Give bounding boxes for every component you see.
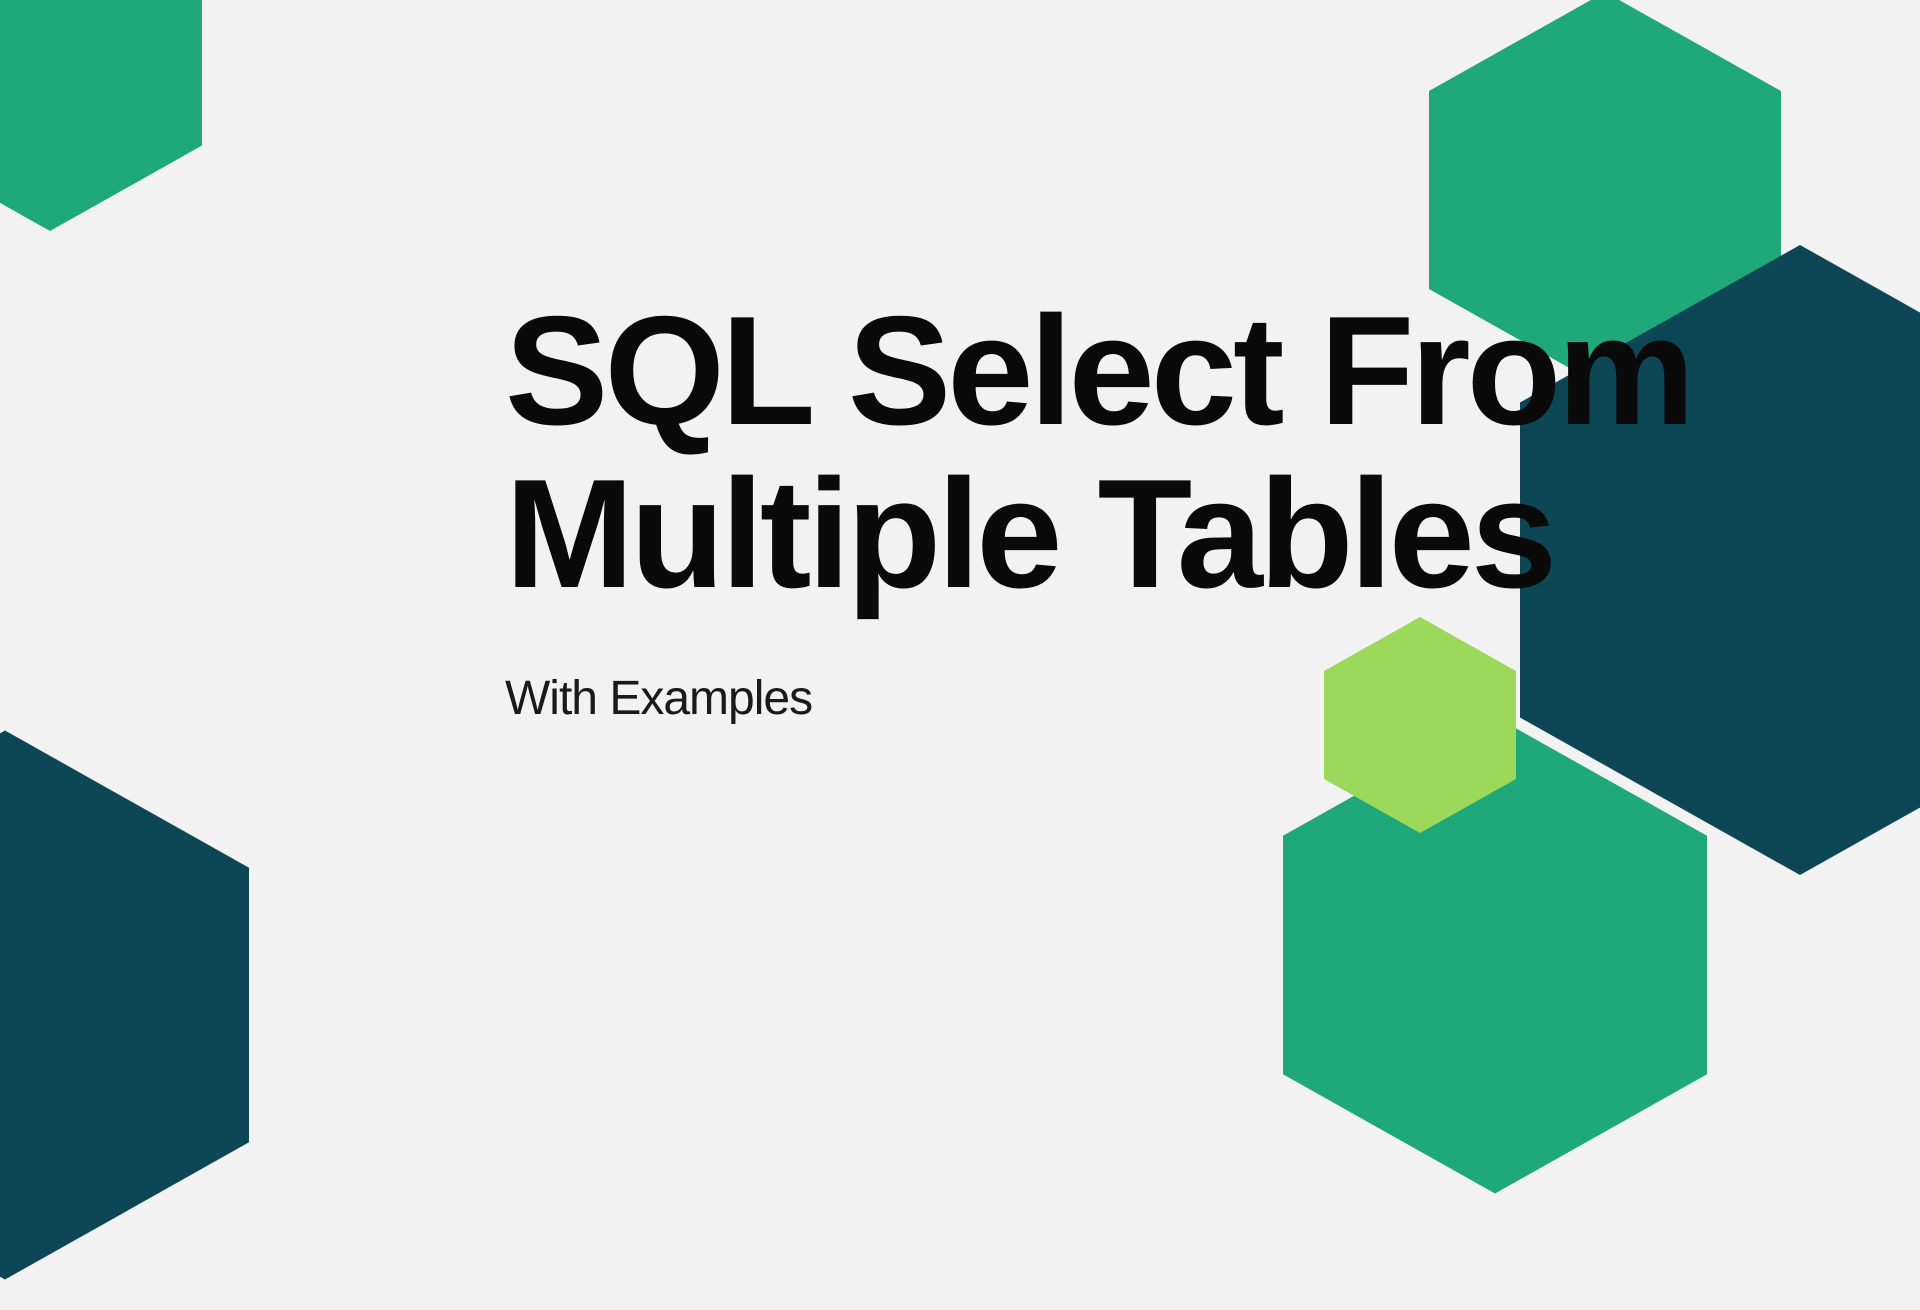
- slide-subtitle: With Examples: [505, 671, 1920, 726]
- hexagon-decoration-bottom-left: [0, 700, 310, 1310]
- hexagon-decoration-top-left: [0, 0, 240, 250]
- slide-content: SQL Select From Multiple Tables With Exa…: [505, 290, 1920, 726]
- slide-title: SQL Select From Multiple Tables: [505, 290, 1920, 616]
